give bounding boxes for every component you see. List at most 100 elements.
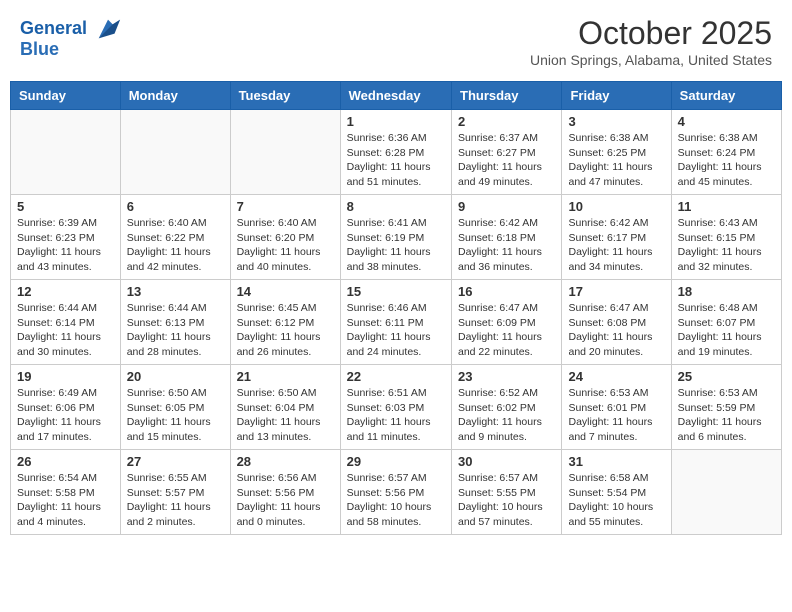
day-number: 2 bbox=[458, 114, 555, 129]
location: Union Springs, Alabama, United States bbox=[530, 52, 772, 68]
calendar-cell: 12 Sunrise: 6:44 AMSunset: 6:14 PMDayligh… bbox=[11, 280, 121, 365]
weekday-header-wednesday: Wednesday bbox=[340, 82, 451, 110]
day-info: Sunrise: 6:50 AMSunset: 6:04 PMDaylight:… bbox=[237, 386, 334, 445]
weekday-header-sunday: Sunday bbox=[11, 82, 121, 110]
day-info: Sunrise: 6:44 AMSunset: 6:14 PMDaylight:… bbox=[17, 301, 114, 360]
day-info: Sunrise: 6:46 AMSunset: 6:11 PMDaylight:… bbox=[347, 301, 445, 360]
day-info: Sunrise: 6:57 AMSunset: 5:55 PMDaylight:… bbox=[458, 471, 555, 530]
day-info: Sunrise: 6:45 AMSunset: 6:12 PMDaylight:… bbox=[237, 301, 334, 360]
day-number: 12 bbox=[17, 284, 114, 299]
calendar-cell: 4 Sunrise: 6:38 AMSunset: 6:24 PMDaylight… bbox=[671, 110, 781, 195]
day-info: Sunrise: 6:42 AMSunset: 6:17 PMDaylight:… bbox=[568, 216, 664, 275]
weekday-header-row: SundayMondayTuesdayWednesdayThursdayFrid… bbox=[11, 82, 782, 110]
day-info: Sunrise: 6:44 AMSunset: 6:13 PMDaylight:… bbox=[127, 301, 224, 360]
day-number: 21 bbox=[237, 369, 334, 384]
weekday-header-saturday: Saturday bbox=[671, 82, 781, 110]
day-info: Sunrise: 6:47 AMSunset: 6:09 PMDaylight:… bbox=[458, 301, 555, 360]
week-row-1: 1 Sunrise: 6:36 AMSunset: 6:28 PMDaylight… bbox=[11, 110, 782, 195]
day-number: 3 bbox=[568, 114, 664, 129]
day-number: 26 bbox=[17, 454, 114, 469]
day-info: Sunrise: 6:47 AMSunset: 6:08 PMDaylight:… bbox=[568, 301, 664, 360]
page-header: General Blue October 2025 Union Springs,… bbox=[10, 10, 782, 73]
day-info: Sunrise: 6:39 AMSunset: 6:23 PMDaylight:… bbox=[17, 216, 114, 275]
day-number: 5 bbox=[17, 199, 114, 214]
day-number: 18 bbox=[678, 284, 775, 299]
calendar-cell: 16 Sunrise: 6:47 AMSunset: 6:09 PMDayligh… bbox=[452, 280, 562, 365]
calendar-cell: 28 Sunrise: 6:56 AMSunset: 5:56 PMDayligh… bbox=[230, 450, 340, 535]
day-info: Sunrise: 6:40 AMSunset: 6:20 PMDaylight:… bbox=[237, 216, 334, 275]
day-number: 4 bbox=[678, 114, 775, 129]
logo: General Blue bbox=[20, 15, 122, 60]
calendar-cell bbox=[11, 110, 121, 195]
day-info: Sunrise: 6:38 AMSunset: 6:25 PMDaylight:… bbox=[568, 131, 664, 190]
weekday-header-monday: Monday bbox=[120, 82, 230, 110]
day-info: Sunrise: 6:41 AMSunset: 6:19 PMDaylight:… bbox=[347, 216, 445, 275]
calendar-cell bbox=[671, 450, 781, 535]
day-number: 20 bbox=[127, 369, 224, 384]
day-number: 7 bbox=[237, 199, 334, 214]
calendar-cell: 5 Sunrise: 6:39 AMSunset: 6:23 PMDaylight… bbox=[11, 195, 121, 280]
day-number: 15 bbox=[347, 284, 445, 299]
day-info: Sunrise: 6:42 AMSunset: 6:18 PMDaylight:… bbox=[458, 216, 555, 275]
calendar-cell: 22Sunrise: 6:51 AMSunset: 6:03 PMDayligh… bbox=[340, 365, 451, 450]
day-info: Sunrise: 6:36 AMSunset: 6:28 PMDaylight:… bbox=[347, 131, 445, 190]
calendar-cell: 3 Sunrise: 6:38 AMSunset: 6:25 PMDaylight… bbox=[562, 110, 671, 195]
calendar-cell: 24 Sunrise: 6:53 AMSunset: 6:01 PMDayligh… bbox=[562, 365, 671, 450]
day-info: Sunrise: 6:40 AMSunset: 6:22 PMDaylight:… bbox=[127, 216, 224, 275]
month-title: October 2025 bbox=[530, 15, 772, 52]
day-number: 1 bbox=[347, 114, 445, 129]
day-info: Sunrise: 6:38 AMSunset: 6:24 PMDaylight:… bbox=[678, 131, 775, 190]
calendar-cell bbox=[230, 110, 340, 195]
day-info: Sunrise: 6:53 AMSunset: 6:01 PMDaylight:… bbox=[568, 386, 664, 445]
calendar-cell: 15 Sunrise: 6:46 AMSunset: 6:11 PMDayligh… bbox=[340, 280, 451, 365]
day-number: 9 bbox=[458, 199, 555, 214]
calendar-cell: 14 Sunrise: 6:45 AMSunset: 6:12 PMDayligh… bbox=[230, 280, 340, 365]
day-info: Sunrise: 6:43 AMSunset: 6:15 PMDaylight:… bbox=[678, 216, 775, 275]
day-number: 31 bbox=[568, 454, 664, 469]
title-section: October 2025 Union Springs, Alabama, Uni… bbox=[530, 15, 772, 68]
calendar-cell: 18 Sunrise: 6:48 AMSunset: 6:07 PMDayligh… bbox=[671, 280, 781, 365]
calendar-cell bbox=[120, 110, 230, 195]
day-number: 29 bbox=[347, 454, 445, 469]
calendar-table: SundayMondayTuesdayWednesdayThursdayFrid… bbox=[10, 81, 782, 535]
weekday-header-tuesday: Tuesday bbox=[230, 82, 340, 110]
day-number: 6 bbox=[127, 199, 224, 214]
day-number: 25 bbox=[678, 369, 775, 384]
day-info: Sunrise: 6:49 AMSunset: 6:06 PMDaylight:… bbox=[17, 386, 114, 445]
day-info: Sunrise: 6:56 AMSunset: 5:56 PMDaylight:… bbox=[237, 471, 334, 530]
day-number: 28 bbox=[237, 454, 334, 469]
day-info: Sunrise: 6:48 AMSunset: 6:07 PMDaylight:… bbox=[678, 301, 775, 360]
day-number: 30 bbox=[458, 454, 555, 469]
day-number: 14 bbox=[237, 284, 334, 299]
day-number: 8 bbox=[347, 199, 445, 214]
calendar-cell: 17 Sunrise: 6:47 AMSunset: 6:08 PMDayligh… bbox=[562, 280, 671, 365]
calendar-cell: 26Sunrise: 6:54 AMSunset: 5:58 PMDayligh… bbox=[11, 450, 121, 535]
day-number: 11 bbox=[678, 199, 775, 214]
calendar-cell: 9 Sunrise: 6:42 AMSunset: 6:18 PMDaylight… bbox=[452, 195, 562, 280]
weekday-header-thursday: Thursday bbox=[452, 82, 562, 110]
day-info: Sunrise: 6:57 AMSunset: 5:56 PMDaylight:… bbox=[347, 471, 445, 530]
week-row-4: 19 Sunrise: 6:49 AMSunset: 6:06 PMDayligh… bbox=[11, 365, 782, 450]
week-row-3: 12 Sunrise: 6:44 AMSunset: 6:14 PMDayligh… bbox=[11, 280, 782, 365]
calendar-cell: 10 Sunrise: 6:42 AMSunset: 6:17 PMDayligh… bbox=[562, 195, 671, 280]
day-number: 23 bbox=[458, 369, 555, 384]
day-info: Sunrise: 6:53 AMSunset: 5:59 PMDaylight:… bbox=[678, 386, 775, 445]
day-info: Sunrise: 6:51 AMSunset: 6:03 PMDaylight:… bbox=[347, 386, 445, 445]
weekday-header-friday: Friday bbox=[562, 82, 671, 110]
calendar-cell: 30 Sunrise: 6:57 AMSunset: 5:55 PMDayligh… bbox=[452, 450, 562, 535]
day-number: 19 bbox=[17, 369, 114, 384]
week-row-2: 5 Sunrise: 6:39 AMSunset: 6:23 PMDaylight… bbox=[11, 195, 782, 280]
day-info: Sunrise: 6:37 AMSunset: 6:27 PMDaylight:… bbox=[458, 131, 555, 190]
calendar-cell: 6 Sunrise: 6:40 AMSunset: 6:22 PMDaylight… bbox=[120, 195, 230, 280]
calendar-cell: 2 Sunrise: 6:37 AMSunset: 6:27 PMDaylight… bbox=[452, 110, 562, 195]
week-row-5: 26Sunrise: 6:54 AMSunset: 5:58 PMDayligh… bbox=[11, 450, 782, 535]
day-number: 24 bbox=[568, 369, 664, 384]
day-number: 27 bbox=[127, 454, 224, 469]
calendar-cell: 27Sunrise: 6:55 AMSunset: 5:57 PMDayligh… bbox=[120, 450, 230, 535]
calendar-cell: 20Sunrise: 6:50 AMSunset: 6:05 PMDayligh… bbox=[120, 365, 230, 450]
day-number: 17 bbox=[568, 284, 664, 299]
calendar-cell: 11 Sunrise: 6:43 AMSunset: 6:15 PMDayligh… bbox=[671, 195, 781, 280]
day-number: 10 bbox=[568, 199, 664, 214]
calendar-cell: 21 Sunrise: 6:50 AMSunset: 6:04 PMDayligh… bbox=[230, 365, 340, 450]
day-number: 16 bbox=[458, 284, 555, 299]
